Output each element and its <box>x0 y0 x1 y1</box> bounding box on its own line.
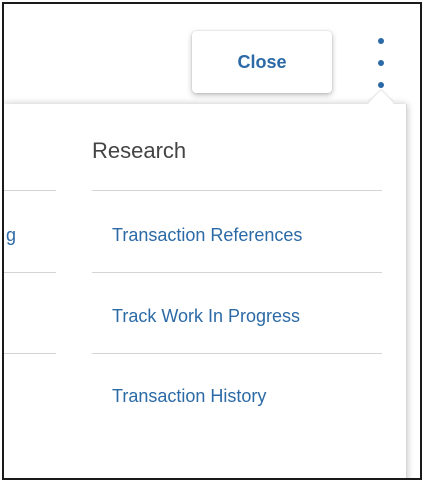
close-button[interactable]: Close <box>192 31 332 93</box>
section-title-research: Research <box>92 138 187 163</box>
divider <box>4 190 56 191</box>
research-menu-column: Research Transaction References Track Wo… <box>92 104 382 478</box>
dropdown-menu-panel: g Research Transaction References Track … <box>4 104 407 478</box>
app-frame: Close g Research Transaction References … <box>2 2 422 480</box>
divider <box>4 353 56 354</box>
divider <box>92 190 382 191</box>
kebab-dot <box>378 82 384 88</box>
kebab-vertical-icon[interactable] <box>370 38 392 88</box>
menu-item-track-work-in-progress[interactable]: Track Work In Progress <box>112 306 300 327</box>
top-toolbar: Close <box>4 4 420 94</box>
menu-item-transaction-history[interactable]: Transaction History <box>112 386 266 407</box>
divider <box>92 272 382 273</box>
kebab-dot <box>378 38 384 44</box>
divider <box>4 272 56 273</box>
divider <box>92 353 382 354</box>
left-menu-item-truncated[interactable]: g <box>6 225 16 246</box>
kebab-dot <box>378 60 384 66</box>
left-menu-column: g <box>4 104 64 478</box>
menu-item-transaction-references[interactable]: Transaction References <box>112 225 302 246</box>
